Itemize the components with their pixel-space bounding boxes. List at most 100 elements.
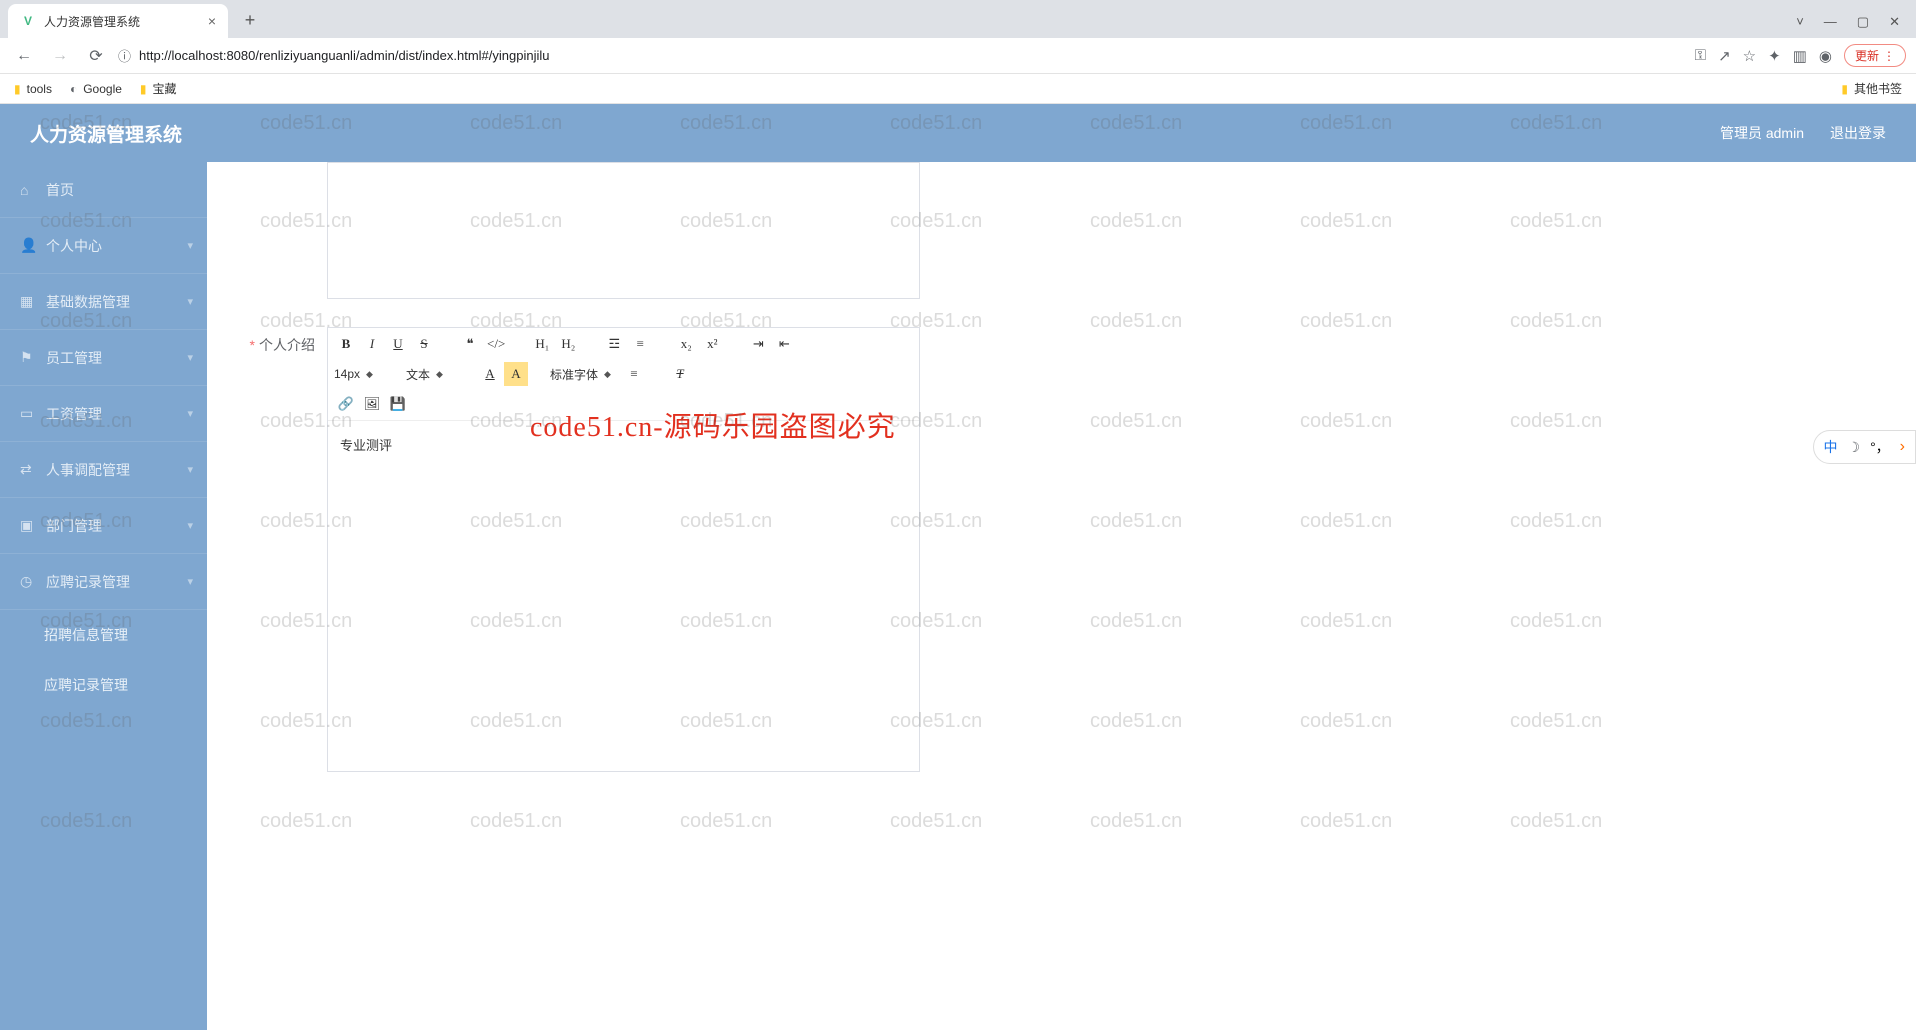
ime-arrow-icon: › [1900,438,1905,456]
window-controls: ˅ — ▢ ✕ [1796,14,1916,38]
superscript-button[interactable]: x² [700,332,724,356]
bold-button[interactable]: B [334,332,358,356]
intro-label: *个人介绍 [227,327,327,355]
logout-link[interactable]: 退出登录 [1830,123,1886,143]
italic-button[interactable]: I [360,332,384,356]
record-icon: ◷ [20,573,36,590]
indent-button[interactable]: ⇥ [746,332,770,356]
clear-format-button[interactable]: T [668,362,692,386]
chevron-down-icon: ▾ [187,239,193,252]
ime-comma: °， [1870,437,1890,457]
dept-icon: ▣ [20,517,36,534]
bg-color-button[interactable]: A [504,362,528,386]
bookmark-star-icon[interactable]: ☆ [1743,47,1756,65]
address-bar-row: ← → ⟳ ⓘ http://localhost:8080/renliziyua… [0,38,1916,74]
folder-icon: ▮ [1841,82,1848,96]
underline-button[interactable]: U [386,332,410,356]
previous-field-box[interactable] [327,162,920,299]
grid-icon: ▦ [20,293,36,310]
sidebar-sub-recruit-info[interactable]: 招聘信息管理 [0,610,207,660]
bookmark-other[interactable]: ▮其他书签 [1841,80,1902,97]
close-tab-icon[interactable]: × [208,13,216,29]
sidebar: ⌂首页 👤个人中心▾ ▦基础数据管理▾ ⚑员工管理▾ ▭工资管理▾ ⇄人事调配管… [0,162,207,1030]
url-text: http://localhost:8080/renliziyuanguanli/… [139,48,549,63]
sidebar-item-dept[interactable]: ▣部门管理▾ [0,498,207,554]
sidebar-item-staff[interactable]: ⚑员工管理▾ [0,330,207,386]
sidebar-item-basedata[interactable]: ▦基础数据管理▾ [0,274,207,330]
ime-indicator[interactable]: 中 ☽ °， › [1813,430,1916,464]
folder-icon: ▮ [140,82,147,96]
bookmark-baozang[interactable]: ▮宝藏 [140,80,177,97]
window-close-icon[interactable]: ✕ [1889,14,1900,30]
folder-icon: ▮ [14,82,21,96]
strike-button[interactable]: S [412,332,436,356]
vue-favicon: V [20,13,36,29]
bookmark-tools[interactable]: ▮tools [14,82,52,96]
chevron-down-icon: ▾ [187,407,193,420]
sidebar-sub-apply-record[interactable]: 应聘记录管理 [0,660,207,710]
font-family-select[interactable]: 标准字体◆ [550,366,620,383]
ordered-list-button[interactable]: ☲ [602,332,626,356]
google-icon: ◐ [70,82,77,96]
h1-button[interactable]: H₁ [530,332,554,356]
share-icon[interactable]: ↗ [1718,47,1731,65]
font-size-select[interactable]: 14px◆ [334,367,404,381]
sidebar-item-transfer[interactable]: ⇄人事调配管理▾ [0,442,207,498]
main-content: *个人介绍 B I U S ❝ </> H₁ H₂ ☲ [207,162,1916,1030]
code-block-button[interactable]: </> [484,332,508,356]
nav-back-icon[interactable]: ← [10,42,38,70]
chevron-down-icon: ▾ [187,351,193,364]
browser-tab[interactable]: V 人力资源管理系统 × [8,4,228,38]
outdent-button[interactable]: ⇤ [772,332,796,356]
site-info-icon[interactable]: ⓘ [118,46,131,65]
caret-icon: ◆ [366,369,373,380]
subscript-button[interactable]: x₂ [674,332,698,356]
image-button[interactable]: 🖼 [360,392,384,416]
chevron-down-icon: ▾ [187,295,193,308]
quote-button[interactable]: ❝ [458,332,482,356]
sidebar-item-profile[interactable]: 👤个人中心▾ [0,218,207,274]
sidebar-item-salary[interactable]: ▭工资管理▾ [0,386,207,442]
moon-icon: ☽ [1848,439,1861,456]
extensions-icon[interactable]: ✦ [1768,47,1781,65]
bookmarks-bar: ▮tools ◐Google ▮宝藏 ▮其他书签 [0,74,1916,104]
new-tab-button[interactable]: + [236,6,264,34]
home-icon: ⌂ [20,182,36,198]
key-icon[interactable]: ⚿ [1695,47,1706,64]
window-dropdown-icon[interactable]: ˅ [1796,14,1804,30]
bookmark-google[interactable]: ◐Google [70,82,122,96]
editor-content[interactable]: 专业测评 [328,421,919,771]
staff-icon: ⚑ [20,349,36,366]
window-minimize-icon[interactable]: — [1824,14,1837,30]
app-title: 人力资源管理系统 [30,120,182,147]
chevron-down-icon: ▾ [187,519,193,532]
align-button[interactable]: ≡ [622,362,646,386]
window-maximize-icon[interactable]: ▢ [1857,14,1869,30]
nav-reload-icon[interactable]: ⟳ [82,42,110,70]
chevron-down-icon: ▾ [187,575,193,588]
app-root: 人力资源管理系统 管理员 admin 退出登录 ⌂首页 👤个人中心▾ ▦基础数据… [0,104,1916,1030]
sidepanel-icon[interactable]: ▥ [1793,47,1807,65]
block-type-select[interactable]: 文本◆ [406,366,476,383]
link-button[interactable]: 🔗 [334,392,358,416]
unordered-list-button[interactable]: ≡ [628,332,652,356]
user-icon: 👤 [20,237,36,254]
address-bar[interactable]: ⓘ http://localhost:8080/renliziyuanguanl… [118,42,1687,70]
app-header: 人力资源管理系统 管理员 admin 退出登录 [0,104,1916,162]
browser-update-button[interactable]: 更新⋮ [1844,44,1906,67]
current-user-label[interactable]: 管理员 admin [1720,123,1804,143]
save-button[interactable]: 💾 [386,392,410,416]
ime-lang: 中 [1824,437,1838,457]
salary-icon: ▭ [20,405,36,422]
sidebar-item-home[interactable]: ⌂首页 [0,162,207,218]
editor-toolbar: B I U S ❝ </> H₁ H₂ ☲ ≡ x₂ [328,328,919,421]
caret-icon: ◆ [604,369,611,380]
caret-icon: ◆ [436,369,443,380]
nav-forward-icon[interactable]: → [46,42,74,70]
tab-title: 人力资源管理系统 [44,13,140,30]
font-color-button[interactable]: A [478,362,502,386]
sidebar-item-apply-record[interactable]: ◷应聘记录管理▾ [0,554,207,610]
h2-button[interactable]: H₂ [556,332,580,356]
browser-tab-bar: V 人力资源管理系统 × + ˅ — ▢ ✕ [0,0,1916,38]
profile-icon[interactable]: ◉ [1819,47,1832,65]
